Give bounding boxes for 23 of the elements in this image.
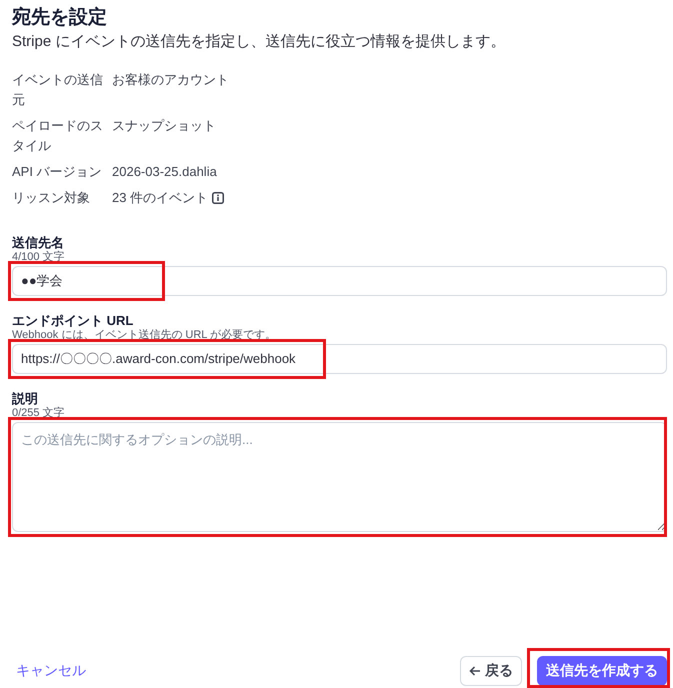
info-icon[interactable] bbox=[212, 192, 224, 204]
text-field[interactable]: ●●学会 bbox=[12, 266, 667, 296]
detail-value: 2026-03-25.dahlia bbox=[112, 163, 217, 181]
field-label: エンドポイント URL bbox=[12, 312, 134, 329]
detail-value: スナップショット bbox=[112, 117, 216, 135]
create-button[interactable]: 送信先を作成する bbox=[537, 656, 667, 686]
detail-label: ペイロードのスタイル bbox=[12, 117, 104, 155]
back-button[interactable]: 戻る bbox=[460, 656, 522, 686]
field-label: 説明 bbox=[12, 390, 39, 407]
detail-label: API バージョン bbox=[12, 163, 103, 181]
field-label: 送信先名 bbox=[12, 234, 65, 250]
detail-value: お客様のアカウント bbox=[112, 71, 229, 89]
text-field[interactable]: https://〇〇〇〇.award-con.com/stripe/webhook bbox=[12, 344, 667, 374]
detail-label: リッスン対象 bbox=[12, 189, 91, 207]
cancel-link[interactable]: キャンセル bbox=[16, 662, 86, 680]
page-title: 宛先を設定 bbox=[12, 6, 108, 30]
description-field[interactable]: この送信先に関するオプションの説明... bbox=[12, 422, 667, 532]
detail-label: イベントの送信元 bbox=[12, 71, 104, 109]
arrow-left-icon bbox=[469, 664, 481, 676]
detail-value: 23 件のイベント bbox=[112, 189, 208, 207]
field-hint: 0/255 文字 bbox=[12, 407, 66, 420]
field-hint: 4/100 文字 bbox=[12, 251, 66, 264]
page-subtitle: Stripe にイベントの送信先を指定し、送信先に役立つ情報を提供します。 bbox=[12, 32, 506, 52]
